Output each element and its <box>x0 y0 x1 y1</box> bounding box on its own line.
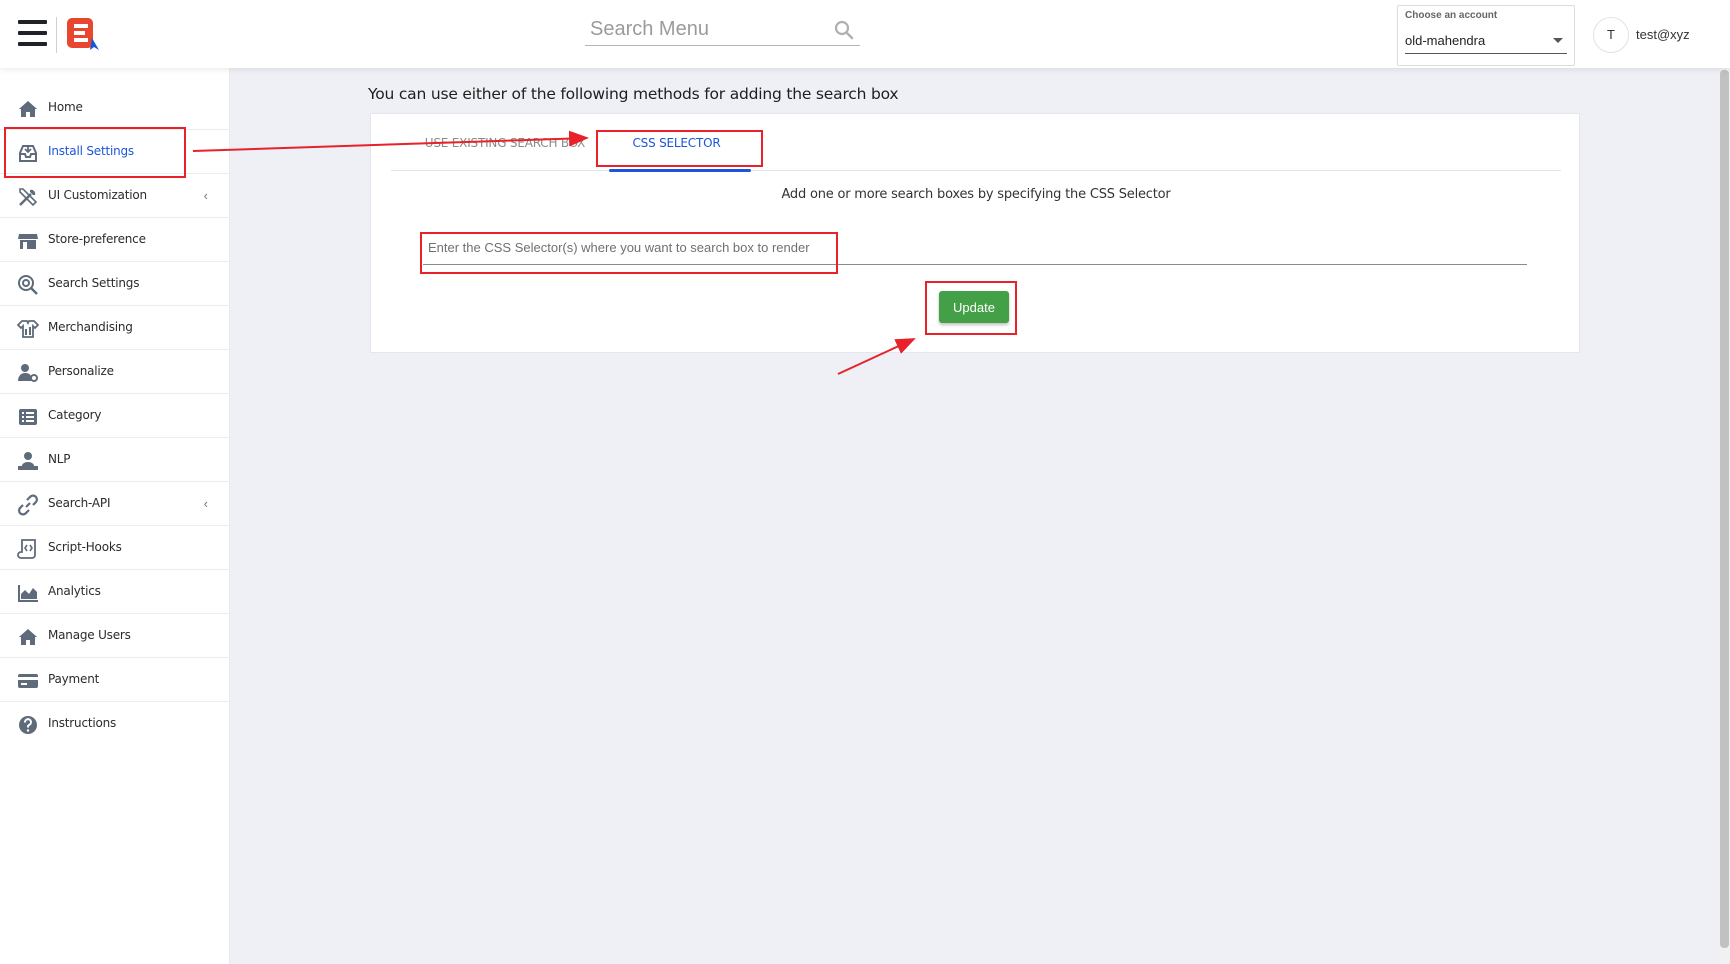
sidebar-item-search-settings[interactable]: Search Settings <box>0 262 230 306</box>
sidebar-item-label: Payment <box>48 672 100 686</box>
sidebar-item-payment[interactable]: Payment <box>0 658 230 702</box>
sidebar-item-install-settings[interactable]: Install Settings <box>0 130 230 174</box>
sidebar-item-label: Personalize <box>48 364 114 378</box>
sidebar-item-home[interactable]: Home <box>0 86 230 130</box>
payment-card-icon <box>18 674 38 688</box>
sidebar-item-label: Search-API <box>48 496 111 510</box>
sidebar-item-merchandising[interactable]: Merchandising <box>0 306 230 350</box>
script-icon <box>17 539 36 559</box>
sidebar-item-label: Store-preference <box>48 232 146 246</box>
help-circle-icon <box>19 716 37 734</box>
sidebar-item-manage-users[interactable]: Manage Users <box>0 614 230 658</box>
sidebar-item-personalize[interactable]: Personalize <box>0 350 230 394</box>
dropdown-caret-icon <box>1553 38 1563 43</box>
account-selected-value: old-mahendra <box>1405 33 1486 48</box>
sidebar-item-store-preference[interactable]: Store-preference <box>0 218 230 262</box>
sidebar-item-ui-customization[interactable]: UI Customization ‹ <box>0 174 230 218</box>
logo-divider <box>56 17 57 53</box>
category-list-icon <box>19 409 37 425</box>
home-icon <box>19 101 37 117</box>
update-button[interactable]: Update <box>939 291 1009 323</box>
store-icon <box>18 234 38 249</box>
menu-search-input[interactable] <box>585 14 825 44</box>
analytics-icon <box>18 585 38 602</box>
manage-users-icon <box>19 629 37 645</box>
sidebar-item-label: Home <box>48 100 83 114</box>
account-label: Choose an account <box>1405 10 1498 21</box>
personalize-icon <box>18 364 38 382</box>
page-title: You can use either of the following meth… <box>368 85 899 103</box>
sidebar-item-label: Install Settings <box>48 144 134 158</box>
tab-css-selector[interactable]: CSS SELECTOR <box>604 132 749 172</box>
sidebar-item-script-hooks[interactable]: Script-Hooks <box>0 526 230 570</box>
page-scrollbar-thumb[interactable] <box>1720 70 1729 948</box>
account-select[interactable]: old-mahendra <box>1405 26 1567 54</box>
top-bar: Choose an account old-mahendra T test@xy… <box>0 0 1730 68</box>
sidebar-item-nlp[interactable]: NLP <box>0 438 230 482</box>
sidebar-item-label: Manage Users <box>48 628 131 642</box>
sidebar-item-category[interactable]: Category <box>0 394 230 438</box>
menu-search <box>585 14 860 46</box>
sidebar: Home Install Settings UI Customization ‹… <box>0 68 230 964</box>
sidebar-item-instructions[interactable]: Instructions <box>0 702 230 746</box>
brand-logo <box>67 18 99 50</box>
sidebar-item-label: Instructions <box>48 716 117 730</box>
search-settings-icon <box>18 275 38 295</box>
sidebar-item-label: Script-Hooks <box>48 540 122 554</box>
tabs-divider <box>391 170 1561 171</box>
ui-tools-icon <box>19 188 38 207</box>
sidebar-item-label: Category <box>48 408 102 422</box>
sidebar-item-label: Search Settings <box>48 276 140 290</box>
sidebar-item-label: Analytics <box>48 584 101 598</box>
sidebar-item-label: UI Customization <box>48 188 147 202</box>
nlp-icon <box>18 452 38 470</box>
css-selector-hint: Add one or more search boxes by specifyi… <box>781 187 1171 202</box>
install-settings-card: USE EXISTING SEARCH BOX CSS SELECTOR Add… <box>370 113 1580 353</box>
hamburger-menu-icon[interactable] <box>18 20 47 48</box>
sidebar-item-label: Merchandising <box>48 320 133 334</box>
active-tab-indicator <box>609 169 751 172</box>
user-email[interactable]: test@xyz <box>1636 27 1690 42</box>
sidebar-item-search-api[interactable]: Search-API ‹ <box>0 482 230 526</box>
css-selector-field <box>423 232 1527 265</box>
search-icon[interactable] <box>834 20 854 40</box>
chevron-left-icon[interactable]: ‹ <box>204 188 208 203</box>
css-selector-input[interactable] <box>423 232 823 262</box>
tab-use-existing-search-box[interactable]: USE EXISTING SEARCH BOX <box>417 132 593 172</box>
sidebar-item-analytics[interactable]: Analytics <box>0 570 230 614</box>
install-icon <box>19 145 37 162</box>
account-chooser: Choose an account old-mahendra <box>1397 5 1575 66</box>
avatar[interactable]: T <box>1593 17 1629 53</box>
chevron-left-icon[interactable]: ‹ <box>204 496 208 511</box>
link-icon <box>18 494 38 516</box>
main-content: You can use either of the following meth… <box>230 68 1719 964</box>
sidebar-item-label: NLP <box>48 452 71 466</box>
merchandising-icon <box>17 320 39 338</box>
